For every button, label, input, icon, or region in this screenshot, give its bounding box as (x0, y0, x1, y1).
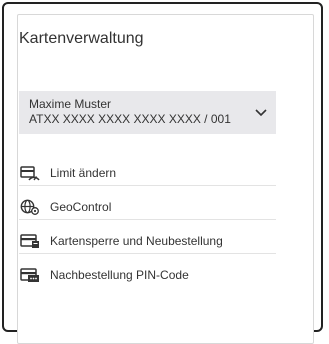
menu-item-label: Limit ändern (50, 165, 117, 180)
menu-item-pin-nachbestellung[interactable]: Nachbestellung PIN-Code (19, 262, 276, 288)
limit-gauge-icon (20, 165, 40, 181)
menu-item-limit-aendern[interactable]: Limit ändern (19, 160, 276, 186)
globe-gear-icon (20, 199, 39, 215)
menu-item-kartensperre[interactable]: Kartensperre und Neubestellung (19, 228, 276, 254)
account-number: ATXX XXXX XXXX XXXX XXXX / 001 (29, 112, 231, 126)
panel-title: Kartenverwaltung (19, 30, 144, 47)
menu-item-label: Nachbestellung PIN-Code (50, 268, 189, 282)
card-actions-menu: Limit ändern GeoControl Kartensperre und… (19, 160, 276, 288)
chevron-down-icon[interactable] (254, 105, 268, 119)
menu-item-label: Kartensperre und Neubestellung (50, 233, 223, 248)
menu-item-geocontrol[interactable]: GeoControl (19, 194, 276, 220)
card-pin-icon (20, 268, 39, 282)
account-selector[interactable]: Maxime Muster ATXX XXXX XXXX XXXX XXXX /… (19, 91, 276, 134)
menu-item-label: GeoControl (50, 199, 112, 214)
account-holder-name: Maxime Muster (29, 97, 112, 111)
card-lock-icon (20, 233, 39, 248)
